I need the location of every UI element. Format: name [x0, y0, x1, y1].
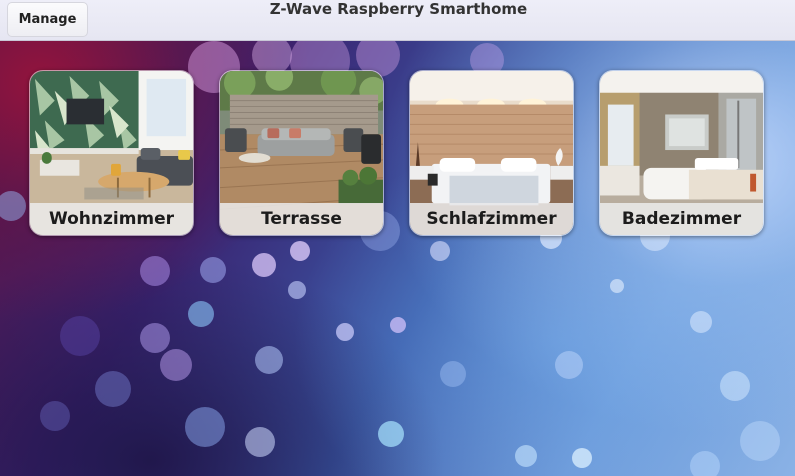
bokeh-light — [60, 316, 100, 356]
bokeh-light — [610, 279, 624, 293]
bokeh-light — [690, 311, 712, 333]
app-title: Z-Wave Raspberry Smarthome — [269, 0, 528, 18]
bokeh-light — [140, 256, 170, 286]
bokeh-light — [0, 191, 26, 221]
bokeh-light — [430, 241, 450, 261]
room-label: Schlafzimmer — [410, 203, 573, 235]
bokeh-light — [40, 401, 70, 431]
room-label: Wohnzimmer — [30, 203, 193, 235]
bokeh-light — [378, 421, 404, 447]
bokeh-light — [290, 241, 310, 261]
room-label: Badezimmer — [600, 203, 763, 235]
bokeh-light — [720, 371, 750, 401]
room-tile-badezimmer[interactable]: Badezimmer — [599, 70, 764, 236]
bokeh-light — [185, 407, 225, 447]
bokeh-light — [740, 421, 780, 461]
room-label: Terrasse — [220, 203, 383, 235]
bokeh-light — [140, 323, 170, 353]
room-tile-wohnzimmer[interactable]: Wohnzimmer — [29, 70, 194, 236]
bokeh-light — [440, 361, 466, 387]
bokeh-light — [288, 281, 306, 299]
bokeh-light — [572, 448, 592, 468]
bokeh-light — [690, 451, 720, 476]
bokeh-light — [255, 346, 283, 374]
bokeh-light — [336, 323, 354, 341]
bokeh-light — [160, 349, 192, 381]
bokeh-light — [200, 257, 226, 283]
app-window: Manage Z-Wave Raspberry Smarthome Wohnzi… — [0, 0, 795, 476]
room-tile-schlafzimmer[interactable]: Schlafzimmer — [409, 70, 574, 236]
top-bar: Manage Z-Wave Raspberry Smarthome — [0, 0, 795, 41]
bokeh-light — [95, 371, 131, 407]
bokeh-light — [245, 427, 275, 457]
bokeh-light — [252, 253, 276, 277]
manage-button[interactable]: Manage — [7, 2, 88, 37]
bokeh-light — [515, 445, 537, 467]
bokeh-light — [555, 351, 583, 379]
bokeh-light — [188, 301, 214, 327]
room-tile-terrasse[interactable]: Terrasse — [219, 70, 384, 236]
bokeh-light — [390, 317, 406, 333]
